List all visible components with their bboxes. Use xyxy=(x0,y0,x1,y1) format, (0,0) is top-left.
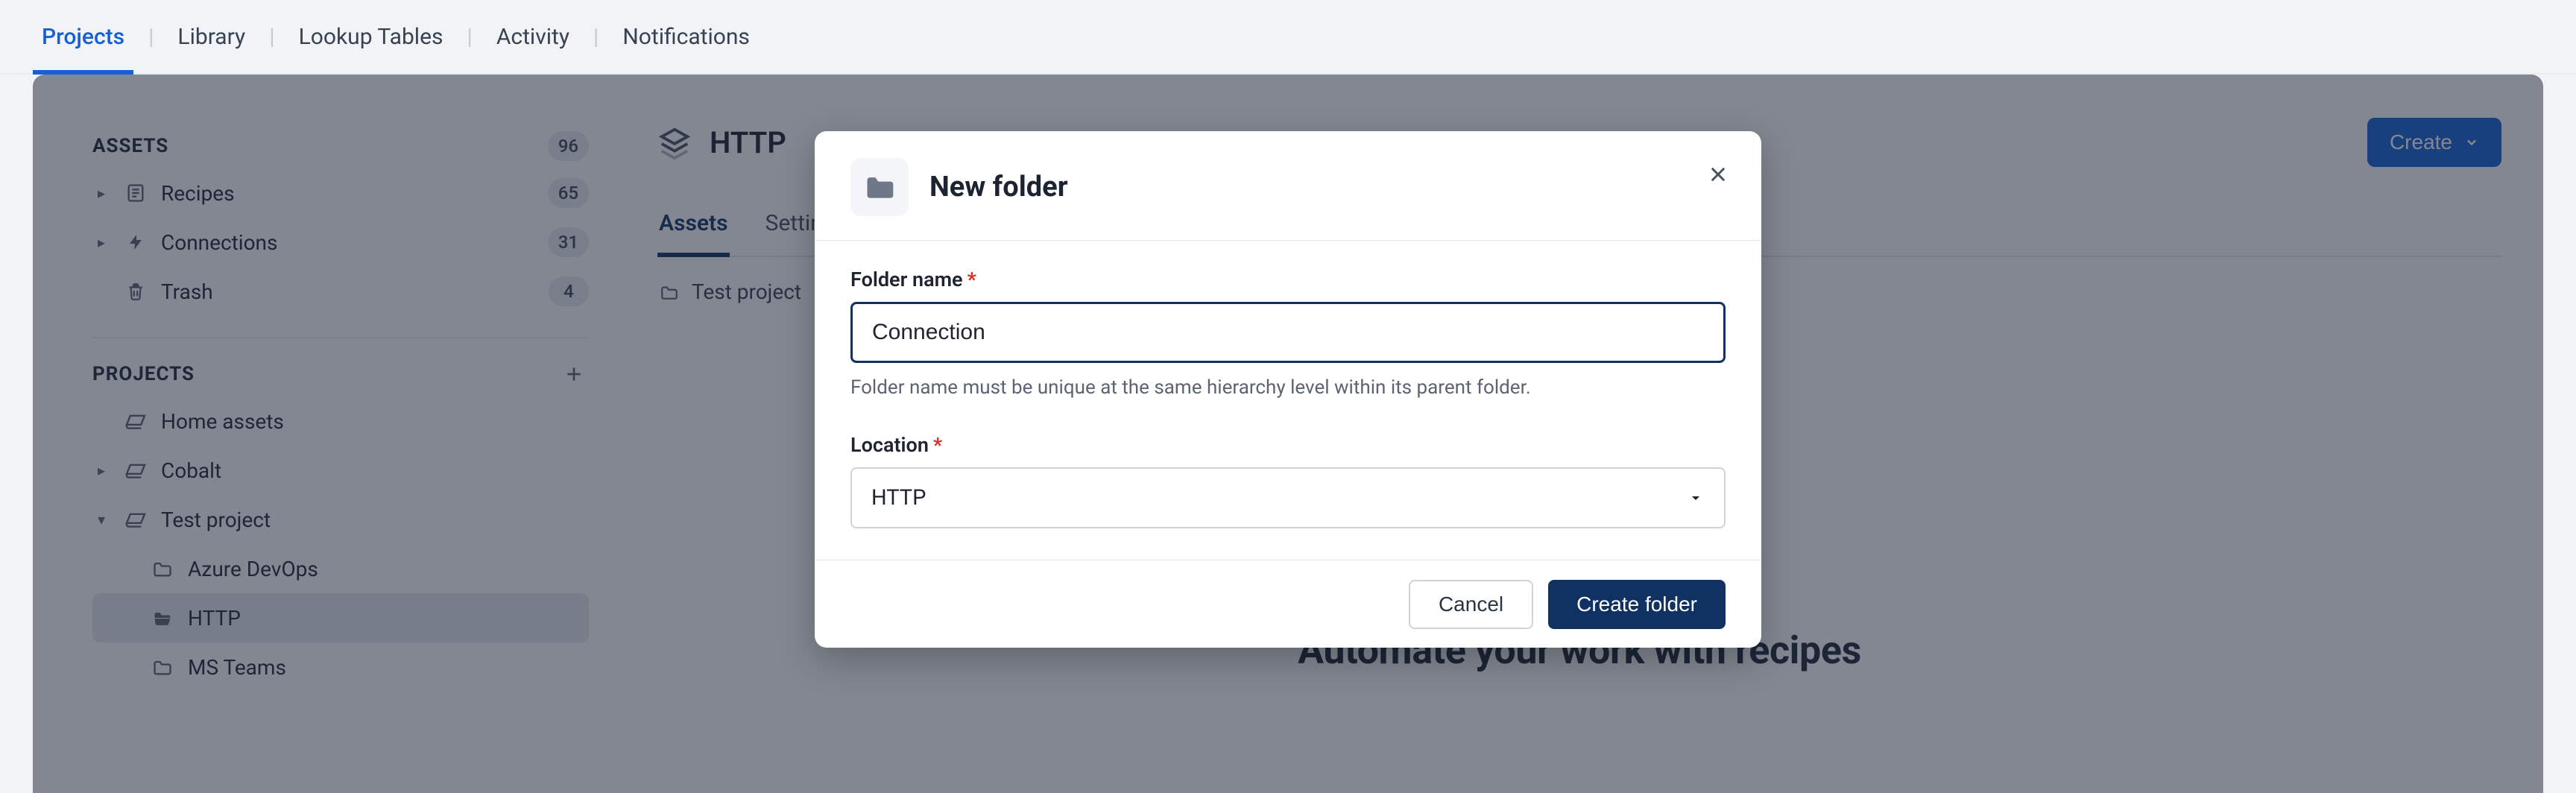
top-nav: Projects | Library | Lookup Tables | Act… xyxy=(0,0,2576,75)
folder-name-input[interactable] xyxy=(850,302,1726,363)
nav-divider: | xyxy=(133,0,168,73)
cancel-button[interactable]: Cancel xyxy=(1409,580,1533,629)
tab-projects[interactable]: Projects xyxy=(33,0,133,73)
tab-lookup-tables[interactable]: Lookup Tables xyxy=(290,0,452,73)
folder-icon xyxy=(850,158,909,216)
new-folder-dialog: New folder Folder name* Folder name must… xyxy=(815,131,1761,648)
close-button[interactable] xyxy=(1702,158,1734,191)
tab-library[interactable]: Library xyxy=(168,0,254,73)
nav-divider: | xyxy=(578,0,613,73)
folder-name-helper: Folder name must be unique at the same h… xyxy=(850,376,1726,399)
dialog-body: Folder name* Folder name must be unique … xyxy=(815,241,1761,560)
dialog-footer: Cancel Create folder xyxy=(815,560,1761,648)
tab-notifications[interactable]: Notifications xyxy=(613,0,759,73)
location-label: Location* xyxy=(850,433,1726,457)
dialog-header: New folder xyxy=(815,131,1761,241)
location-select-value: HTTP xyxy=(871,485,926,511)
folder-name-label: Folder name* xyxy=(850,268,1726,291)
chevron-down-icon xyxy=(1687,489,1705,507)
tab-activity[interactable]: Activity xyxy=(487,0,578,73)
create-folder-button[interactable]: Create folder xyxy=(1548,580,1726,629)
nav-divider: | xyxy=(254,0,289,73)
dialog-title: New folder xyxy=(929,171,1068,203)
nav-divider: | xyxy=(452,0,487,73)
location-select[interactable]: HTTP xyxy=(850,467,1726,528)
